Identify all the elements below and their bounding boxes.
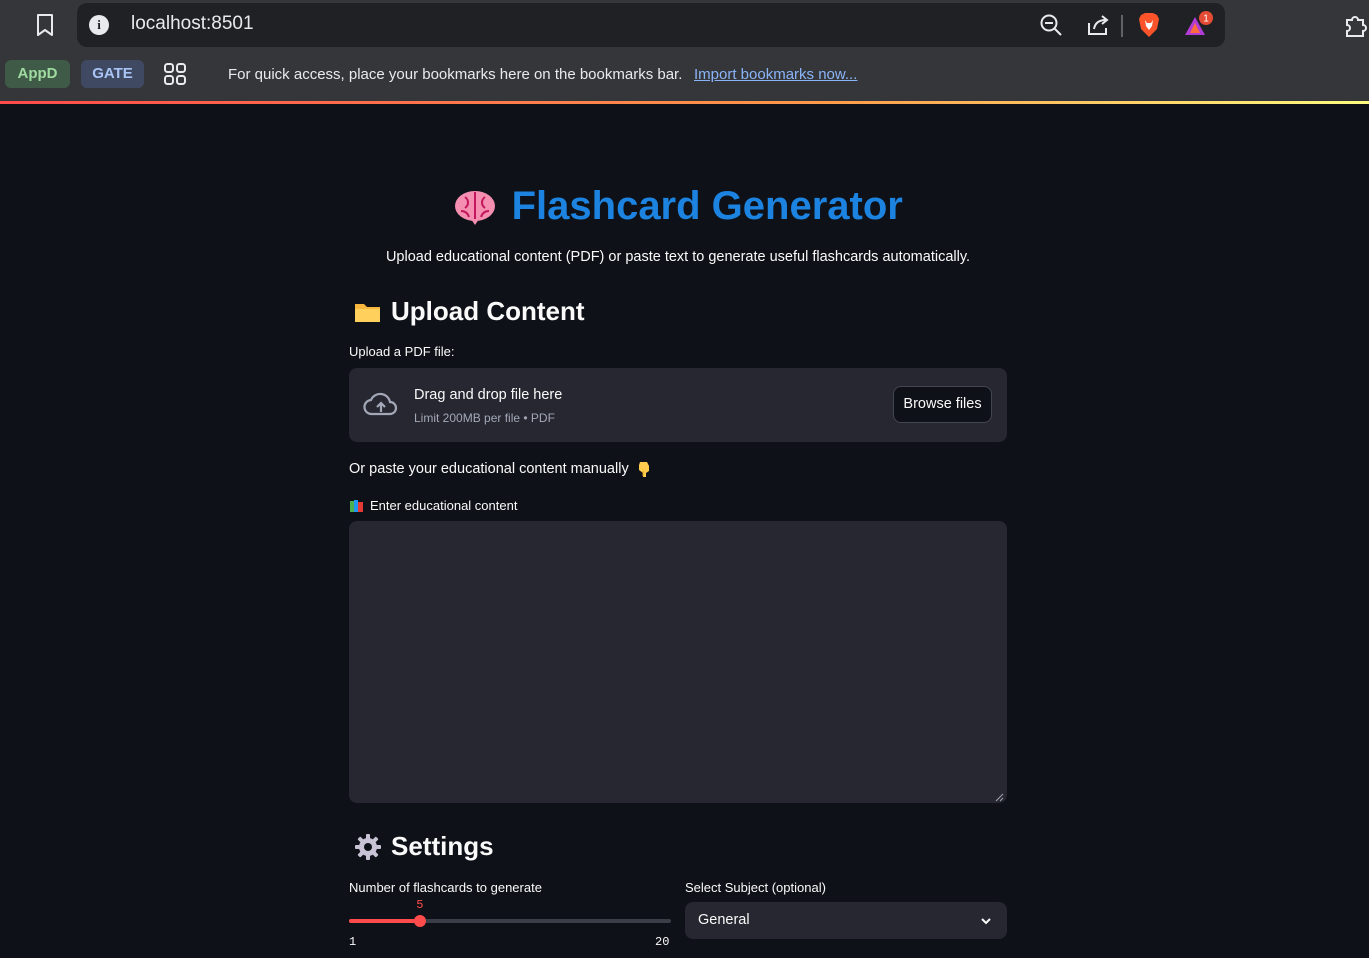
browse-files-button[interactable]: Browse files — [893, 386, 992, 423]
title-text: Flashcard Generator — [511, 184, 903, 228]
import-bookmarks-link[interactable]: Import bookmarks now... — [694, 66, 857, 83]
address-bar[interactable]: i localhost:8501 1 — [77, 3, 1225, 47]
subject-label: Select Subject (optional) — [685, 880, 826, 895]
upload-label: Upload a PDF file: — [349, 344, 455, 359]
bookmarks-bar: AppD GATE For quick access, place your b… — [0, 52, 1369, 102]
resize-grip-icon[interactable] — [994, 792, 1004, 802]
page-title: Flashcard Generator — [349, 184, 1007, 229]
toolbar-divider — [1121, 15, 1123, 37]
share-icon[interactable] — [1085, 13, 1111, 37]
subject-select[interactable]: General — [685, 902, 1007, 939]
settings-heading-text: Settings — [391, 831, 494, 861]
books-icon — [350, 499, 363, 512]
manual-prompt: Or paste your educational content manual… — [349, 460, 653, 478]
pointing-down-icon — [638, 462, 649, 477]
file-dropzone[interactable]: Drag and drop file here Limit 200MB per … — [349, 368, 1007, 442]
cloud-upload-icon — [363, 392, 398, 416]
slider-fill — [349, 919, 421, 923]
upload-heading-text: Upload Content — [391, 296, 585, 326]
slider-track[interactable] — [349, 919, 671, 923]
slider-label: Number of flashcards to generate — [349, 880, 542, 895]
bookmark-gate[interactable]: GATE — [81, 60, 144, 88]
bookmarks-message: For quick access, place your bookmarks h… — [228, 66, 683, 83]
brain-icon — [455, 190, 496, 225]
url-text[interactable]: localhost:8501 — [131, 13, 254, 35]
chevron-down-icon — [981, 918, 991, 925]
dropzone-title: Drag and drop file here — [414, 387, 563, 403]
slider-thumb[interactable] — [414, 915, 427, 927]
gear-icon — [355, 833, 381, 860]
bookmark-appd[interactable]: AppD — [5, 60, 70, 88]
textarea-label: Enter educational content — [349, 498, 517, 513]
rewards-icon[interactable]: 1 — [1183, 11, 1213, 39]
content-textarea[interactable] — [349, 521, 1007, 803]
rewards-badge-count: 1 — [1203, 14, 1209, 25]
brave-shields-icon[interactable] — [1137, 11, 1161, 39]
manual-prompt-text: Or paste your educational content manual… — [349, 461, 629, 477]
browser-chrome: i localhost:8501 1 AppD GATE For quick a… — [0, 0, 1369, 104]
upload-heading: Upload Content — [353, 296, 585, 327]
subtitle: Upload educational content (PDF) or past… — [385, 249, 971, 265]
slider-min: 1 — [349, 935, 357, 949]
slider-max: 20 — [655, 935, 670, 949]
dropzone-limit: Limit 200MB per file • PDF — [414, 411, 555, 425]
bookmark-icon[interactable] — [33, 12, 57, 38]
apps-grid-icon[interactable] — [163, 62, 187, 86]
subject-select-value: General — [698, 912, 750, 928]
textarea-label-text: Enter educational content — [370, 498, 518, 513]
settings-heading: Settings — [353, 831, 494, 862]
zoom-out-icon[interactable] — [1039, 13, 1063, 37]
site-info-icon[interactable]: i — [89, 15, 109, 35]
extensions-icon[interactable] — [1342, 12, 1368, 38]
folder-icon — [355, 303, 380, 322]
loading-accent-bar — [0, 101, 1369, 104]
slider-value: 5 — [416, 898, 424, 912]
browser-toolbar: i localhost:8501 1 — [0, 0, 1369, 52]
